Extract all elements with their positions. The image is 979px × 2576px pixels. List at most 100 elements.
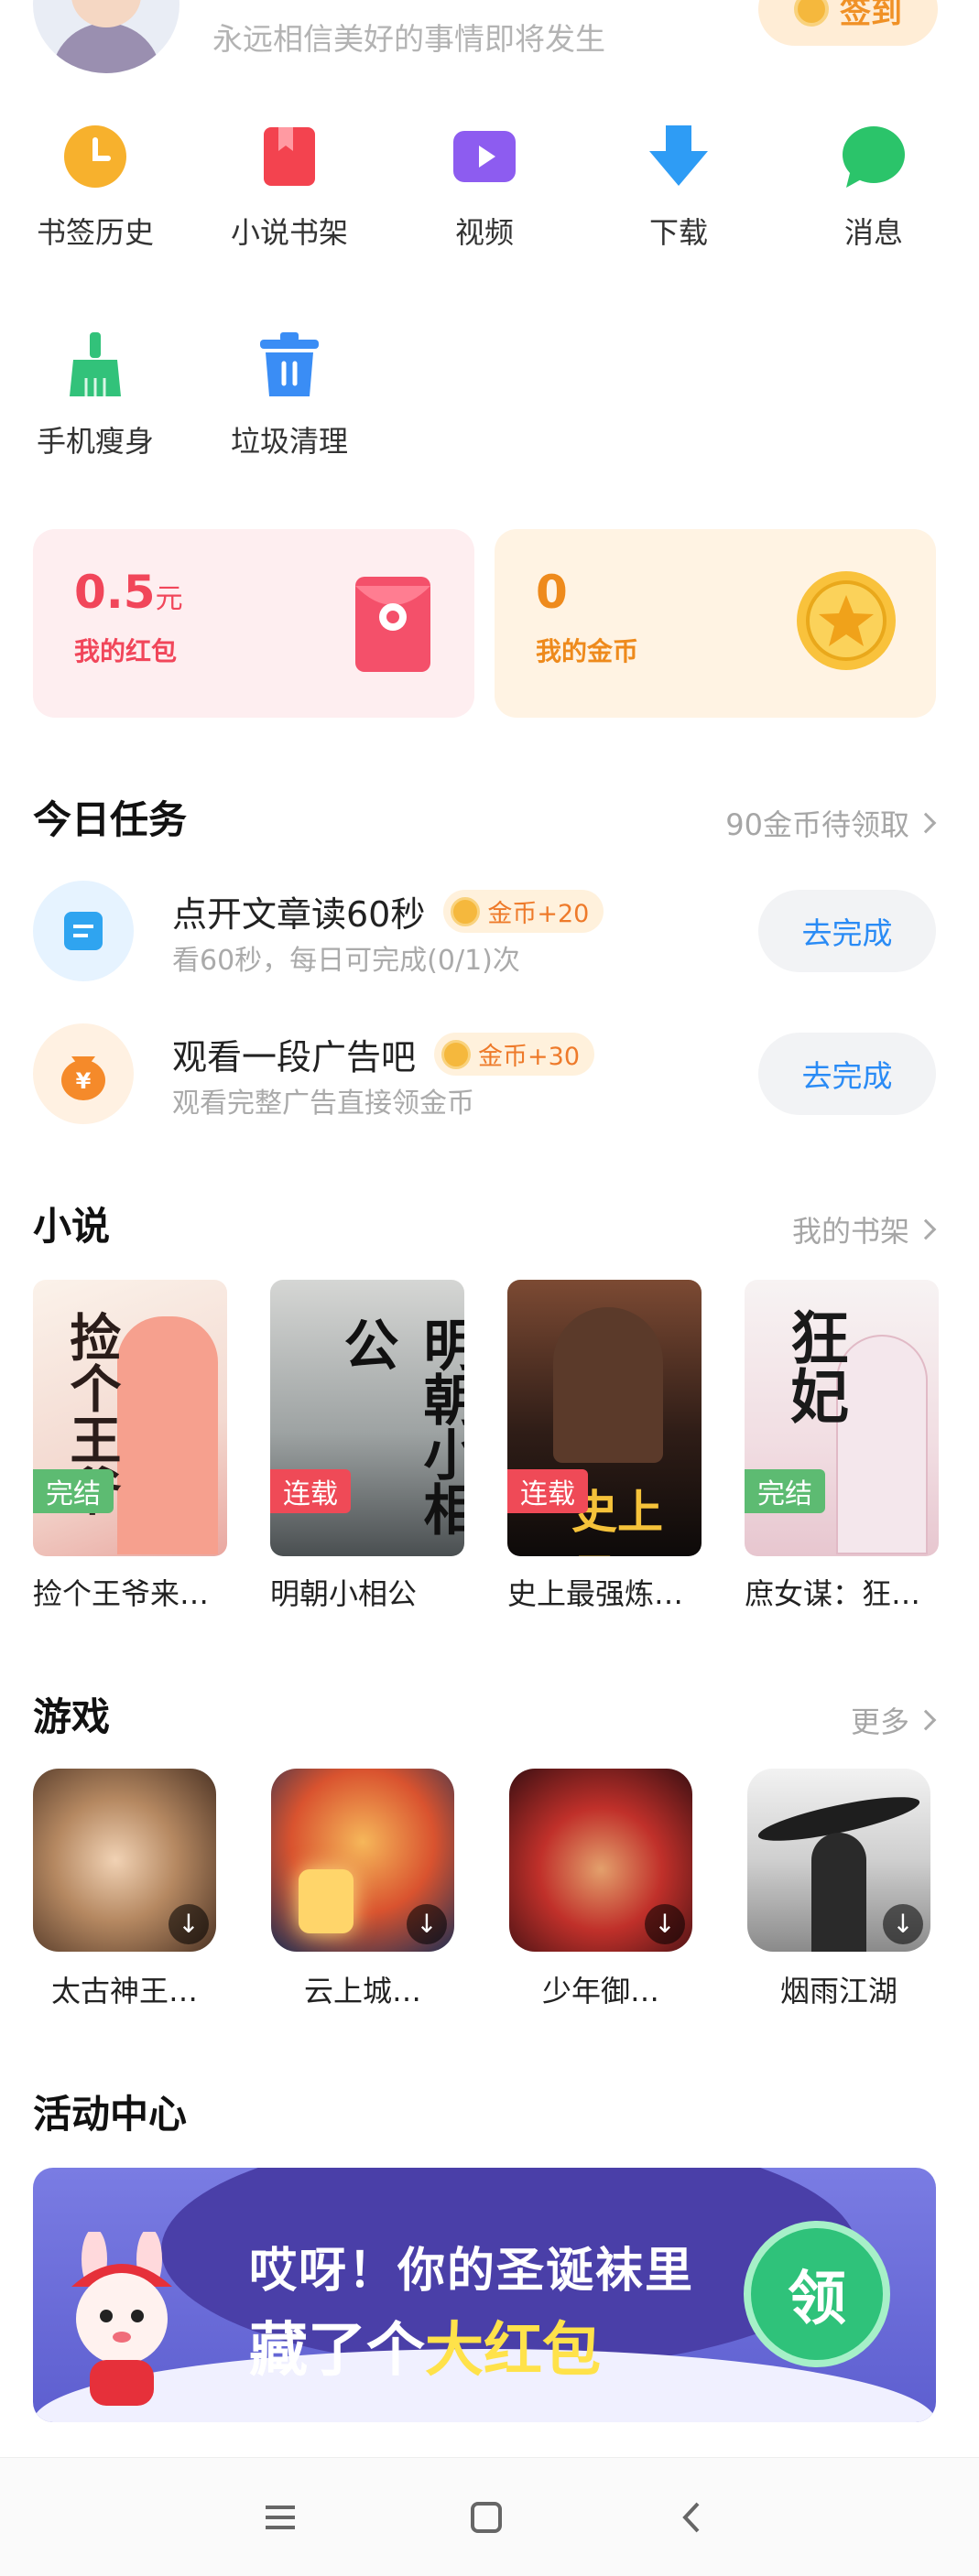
broom-icon [62,332,128,398]
game-icon: ↓ [747,1769,930,1952]
shortcut-label: 下载 [648,215,708,250]
rabbit-mascot-icon [53,2228,190,2415]
svg-text:¥: ¥ [76,1068,92,1094]
activity-title: 活动中心 [33,2092,188,2137]
games-more-label: 更多 [850,1705,909,1739]
signin-button[interactable]: 签到 [758,0,938,46]
video-icon [451,124,517,189]
download-icon [646,124,712,189]
tasks-more-link[interactable]: 90金币待领取 [725,802,937,844]
task-desc: 看60秒，每日可完成(0/1)次 [172,945,520,977]
novel-name: 史上最强炼… [507,1576,684,1611]
task-title: 观看一段广告吧 [172,1037,417,1077]
task-title: 点开文章读60秒 [172,894,426,935]
shortcut-bookmark-history[interactable]: 书签历史 [13,124,178,252]
novel-name: 庶女谋：狂… [745,1576,921,1611]
trash-icon [256,332,322,398]
novels-title: 小说 [33,1204,111,1249]
game-name: 烟雨江湖 [779,1974,897,2008]
novel-cover: 捡个王爷 完结 [33,1280,227,1556]
signin-label: 签到 [840,0,902,31]
shortcut-trash-clean[interactable]: 垃圾清理 [207,332,372,460]
coin-icon [794,0,829,27]
download-icon[interactable]: ↓ [169,1904,209,1944]
banner-line2: 藏了个大红包 [249,2317,601,2385]
download-icon[interactable]: ↓ [883,1904,923,1944]
article-icon [33,881,134,981]
task-go-button[interactable]: 去完成 [758,1033,936,1115]
coin-icon [451,896,481,926]
task-desc: 观看完整广告直接领金币 [172,1088,474,1120]
book-icon [256,124,322,189]
novel-card[interactable]: 明朝小相公 连载 明朝小相公 [270,1280,464,1613]
tasks-title: 今日任务 [33,797,188,842]
shortcut-novel-shelf[interactable]: 小说书架 [207,124,372,252]
shortcut-video[interactable]: 视频 [402,124,567,252]
novel-name: 捡个王爷来… [33,1576,210,1611]
profile-motto: 永远相信美好的事情即将发生 [212,21,605,57]
coin-icon [441,1039,472,1069]
tasks-more-label: 90金币待领取 [725,807,909,842]
shortcut-label: 消息 [843,215,903,250]
novel-card[interactable]: 捡个王爷 完结 捡个王爷来… [33,1280,227,1613]
system-nav-bar [0,2457,979,2576]
chevron-right-icon [915,1709,937,1731]
avatar[interactable] [33,0,179,73]
redpacket-label: 我的红包 [74,636,178,666]
games-more-link[interactable]: 更多 [850,1699,937,1741]
novel-status-tag: 连载 [507,1469,588,1513]
game-card[interactable]: ↓ 烟雨江湖 [747,1769,930,2010]
game-icon: ↓ [271,1769,454,1952]
novel-status-tag: 完结 [745,1469,825,1513]
game-card[interactable]: ↓ 太古神王… [33,1769,216,2010]
shortcut-label: 小说书架 [230,215,348,250]
redpacket-card[interactable]: 0.5元 我的红包 [33,529,474,718]
claim-button[interactable]: 领 [744,2221,890,2367]
coin-card[interactable]: 0 我的金币 [495,529,936,718]
christmas-banner[interactable]: 哎呀！你的圣诞袜里 藏了个大红包 领 [33,2168,936,2422]
game-icon: ↓ [509,1769,692,1952]
game-card[interactable]: ↓ 云上城… [271,1769,454,2010]
game-name: 少年御… [541,1974,659,2008]
shortcut-phone-slim[interactable]: 手机瘦身 [13,332,178,460]
download-icon[interactable]: ↓ [645,1904,685,1944]
novels-more-label: 我的书架 [791,1214,909,1249]
game-icon: ↓ [33,1769,216,1952]
back-icon[interactable] [665,2495,720,2540]
novel-cover: 狂妃 完结 [745,1280,939,1556]
shortcut-download[interactable]: 下载 [596,124,761,252]
game-name: 太古神王… [50,1974,198,2008]
chevron-right-icon [915,1218,937,1240]
game-card[interactable]: ↓ 少年御… [509,1769,692,2010]
gold-coin-icon [795,569,897,676]
games-title: 游戏 [33,1694,111,1739]
redpacket-icon [355,577,430,676]
home-icon[interactable] [458,2495,513,2540]
banner-line1: 哎呀！你的圣诞袜里 [249,2244,695,2299]
task-go-button[interactable]: 去完成 [758,890,936,972]
novel-card[interactable]: 狂妃 完结 庶女谋：狂… [745,1280,939,1613]
shortcut-label: 书签历史 [36,215,154,250]
coin-value: 0 [536,566,568,619]
novels-more-link[interactable]: 我的书架 [791,1208,937,1250]
task-item: ¥ 观看一段广告吧 金币+30 观看完整广告直接领金币 去完成 [33,1023,936,1124]
shortcut-label: 手机瘦身 [36,424,154,459]
shortcut-label: 垃圾清理 [230,424,348,459]
novel-status-tag: 连载 [270,1469,351,1513]
coin-label: 我的金币 [536,636,639,666]
task-item: 点开文章读60秒 金币+20 看60秒，每日可完成(0/1)次 去完成 [33,881,936,981]
task-reward-badge: 金币+30 [434,1033,594,1076]
game-name: 云上城… [303,1974,421,2008]
money-bag-icon: ¥ [33,1023,134,1124]
novel-name: 明朝小相公 [270,1576,418,1611]
chevron-right-icon [915,812,937,834]
message-icon [841,124,907,189]
novel-card[interactable]: 史上最强 连载 史上最强炼… [507,1280,702,1613]
shortcut-message[interactable]: 消息 [791,124,956,252]
novel-status-tag: 完结 [33,1469,114,1513]
download-icon[interactable]: ↓ [407,1904,447,1944]
menu-icon[interactable] [253,2495,308,2540]
novel-cover: 明朝小相公 连载 [270,1280,464,1556]
novel-cover: 史上最强 连载 [507,1280,702,1556]
shortcut-label: 视频 [454,215,514,250]
